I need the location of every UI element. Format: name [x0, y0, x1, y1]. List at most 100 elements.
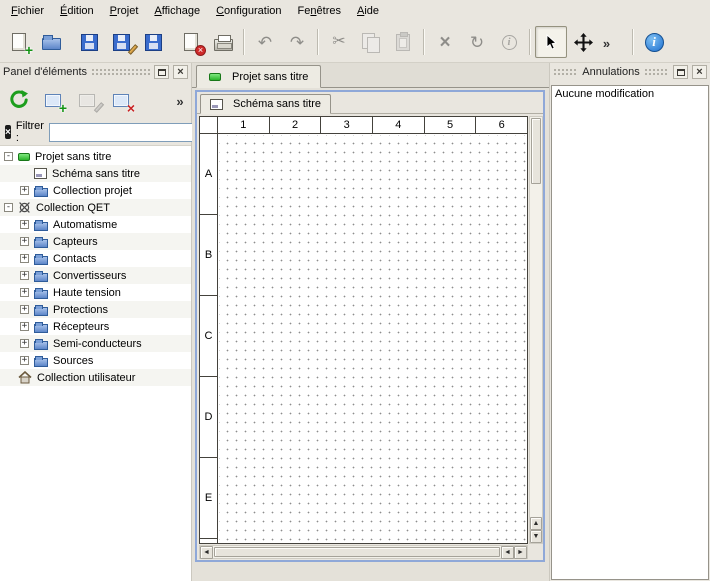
open-project-button[interactable]: [35, 26, 67, 58]
edit-element-button[interactable]: [72, 85, 102, 115]
delete-element-button[interactable]: [106, 85, 136, 115]
scroll-down-icon: [533, 533, 540, 540]
copy-icon: [359, 30, 383, 54]
delete-button[interactable]: [429, 26, 461, 58]
dock-close-button[interactable]: [692, 65, 707, 79]
column-header: 1: [218, 117, 270, 133]
scroll-down-button[interactable]: [530, 530, 542, 543]
diagram-grid[interactable]: [219, 135, 527, 543]
collapse-expander-icon[interactable]: +: [20, 322, 29, 331]
filter-input[interactable]: [49, 123, 199, 142]
print-button[interactable]: [207, 26, 239, 58]
tree-item-sources[interactable]: + Sources: [0, 352, 191, 369]
menu-aide[interactable]: Aide: [349, 1, 387, 21]
dock-float-button[interactable]: [154, 65, 169, 79]
tree-item-collection-utilisateur[interactable]: Collection utilisateur: [0, 369, 191, 386]
vertical-scrollbar-track[interactable]: [530, 185, 542, 517]
tree-item-automatisme[interactable]: + Automatisme: [0, 216, 191, 233]
reload-collections-button[interactable]: [4, 85, 34, 115]
menu-fenetres[interactable]: Fenêtres: [290, 1, 349, 21]
tab-projet-sans-titre[interactable]: Projet sans titre: [196, 65, 321, 88]
tree-item-haute-tension[interactable]: + Haute tension: [0, 284, 191, 301]
save-icon: [77, 30, 101, 54]
tree-item-collection-qet[interactable]: - Collection QET: [0, 199, 191, 216]
undo-button[interactable]: [249, 26, 281, 58]
new-element-button[interactable]: [38, 85, 68, 115]
menu-edition[interactable]: Édition: [52, 1, 102, 21]
folder-icon: [34, 307, 48, 316]
tree-item-schema-sans-titre[interactable]: Schéma sans titre: [0, 165, 191, 182]
vertical-scrollbar[interactable]: [529, 116, 543, 544]
scroll-left-button[interactable]: [200, 546, 213, 559]
toolbar-overflow-button[interactable]: [599, 26, 614, 58]
collapse-expander-icon[interactable]: +: [20, 288, 29, 297]
menu-configuration[interactable]: Configuration: [208, 1, 289, 21]
tree-item-capteurs[interactable]: + Capteurs: [0, 233, 191, 250]
dock-grip[interactable]: [91, 68, 150, 76]
copy-button[interactable]: [355, 26, 387, 58]
diagram-canvas[interactable]: 1 2 3 4 5 6 A B C D E: [199, 116, 528, 544]
dock-close-icon: [177, 67, 183, 78]
dock-float-button[interactable]: [673, 65, 688, 79]
dock-grip[interactable]: [553, 68, 578, 76]
tree-item-protections[interactable]: + Protections: [0, 301, 191, 318]
scroll-right-button[interactable]: [514, 546, 527, 559]
tree-item-semi-conducteurs[interactable]: + Semi-conducteurs: [0, 335, 191, 352]
tree-item-convertisseurs[interactable]: + Convertisseurs: [0, 267, 191, 284]
horizontal-scrollbar-thumb[interactable]: [214, 547, 500, 557]
tree-item-recepteurs[interactable]: + Récepteurs: [0, 318, 191, 335]
collapse-expander-icon[interactable]: +: [20, 186, 29, 195]
collapse-expander-icon[interactable]: -: [4, 203, 13, 212]
undo-history-list[interactable]: Aucune modification: [551, 85, 709, 580]
menu-projet[interactable]: Projet: [102, 1, 147, 21]
save-button[interactable]: [73, 26, 105, 58]
horizontal-scrollbar[interactable]: [199, 545, 528, 559]
vertical-scrollbar-thumb[interactable]: [531, 118, 541, 184]
clear-filter-icon[interactable]: [5, 125, 11, 139]
collapse-expander-icon[interactable]: -: [4, 152, 13, 161]
dock-close-button[interactable]: [173, 65, 188, 79]
grid-corner: [200, 117, 218, 133]
paste-button[interactable]: [387, 26, 419, 58]
column-header: 2: [270, 117, 322, 133]
elements-panel-titlebar[interactable]: Panel d'éléments: [0, 63, 191, 81]
cut-button[interactable]: [323, 26, 355, 58]
about-button[interactable]: [638, 26, 670, 58]
diagram-tab-bar: Schéma sans titre: [197, 92, 543, 114]
toolbar-separator: [243, 29, 245, 55]
dock-grip[interactable]: [644, 68, 669, 76]
collapse-expander-icon[interactable]: +: [20, 305, 29, 314]
close-file-button[interactable]: [175, 26, 207, 58]
collapse-expander-icon[interactable]: +: [20, 356, 29, 365]
collapse-expander-icon[interactable]: +: [20, 254, 29, 263]
overflow-chevron-icon: [176, 92, 183, 109]
element-info-button[interactable]: [493, 26, 525, 58]
tree-item-collection-projet[interactable]: + Collection projet: [0, 182, 191, 199]
scroll-left-button[interactable]: [501, 546, 514, 559]
collapse-expander-icon[interactable]: +: [20, 237, 29, 246]
panel-overflow-button[interactable]: [173, 89, 187, 111]
row-headers: A B C D E: [200, 134, 218, 543]
pan-mode-button[interactable]: [567, 26, 599, 58]
select-mode-button[interactable]: [535, 26, 567, 58]
tree-item-contacts[interactable]: + Contacts: [0, 250, 191, 267]
mdi-area: Projet sans titre Schéma sans titre 1 2 …: [192, 63, 549, 581]
tree-item-label: Convertisseurs: [53, 270, 126, 282]
collapse-expander-icon[interactable]: +: [20, 220, 29, 229]
save-all-button[interactable]: [137, 26, 169, 58]
menu-fichier[interactable]: Fichier: [3, 1, 52, 21]
tree-item-projet-sans-titre[interactable]: - Projet sans titre: [0, 148, 191, 165]
undo-dock-titlebar[interactable]: Annulations: [550, 63, 710, 81]
menu-affichage[interactable]: Affichage: [146, 1, 208, 21]
scroll-up-button[interactable]: [530, 517, 542, 530]
tab-schema-sans-titre[interactable]: Schéma sans titre: [200, 94, 331, 114]
row-header: D: [200, 377, 217, 458]
undo-history-item[interactable]: Aucune modification: [552, 86, 708, 102]
save-as-button[interactable]: [105, 26, 137, 58]
rotate-button[interactable]: [461, 26, 493, 58]
new-project-button[interactable]: [3, 26, 35, 58]
tree-item-label: Sources: [53, 355, 93, 367]
collapse-expander-icon[interactable]: +: [20, 339, 29, 348]
redo-button[interactable]: [281, 26, 313, 58]
collapse-expander-icon[interactable]: +: [20, 271, 29, 280]
